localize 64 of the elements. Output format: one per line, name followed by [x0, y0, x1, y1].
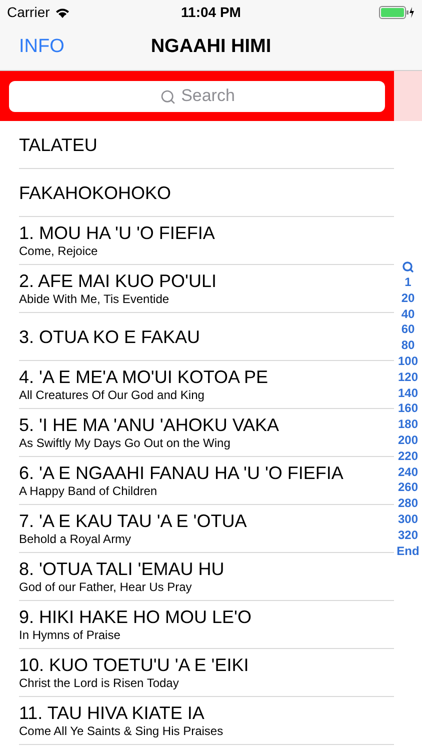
index-entry[interactable]: 320 [398, 528, 418, 544]
clock-time: 11:04 PM [181, 2, 241, 22]
index-entry[interactable]: 20 [401, 290, 415, 307]
hymn-subtitle: All Creatures Of Our God and King [19, 388, 206, 403]
hymn-row[interactable]: 6. 'A E NGAAHI FANAU HA 'U 'O FIEFIA A Happy Band of Children [19, 457, 394, 505]
hymn-subtitle: Christ the Lord is Risen Today [19, 676, 180, 691]
hymn-row[interactable]: 5. 'I HE MA 'ANU 'AHOKU VAKA As Swiftly My Days Go Out on the Wing [19, 409, 394, 457]
hymn-title: TALATEU [19, 134, 98, 156]
hymn-title: 2. AFE MAI KUO PO'ULI [19, 270, 218, 292]
index-entry[interactable]: 80 [401, 338, 415, 354]
index-search-icon[interactable] [402, 261, 414, 273]
wifi-icon [54, 6, 70, 18]
search-icon [160, 88, 176, 104]
hymn-subtitle: A Happy Band of Children [19, 484, 158, 499]
index-entry[interactable]: 1 [404, 275, 412, 291]
hymn-row[interactable]: 11. TAU HIVA KIATE IA Come All Ye Saints & Sing His Praises [19, 697, 394, 745]
search-bar-edge [394, 71, 422, 121]
index-entry[interactable]: 300 [398, 512, 418, 528]
hymn-title: 3. OTUA KO E FAKAU [19, 326, 202, 348]
hymn-row[interactable]: 8. 'OTUA TALI 'EMAU HU God of our Father, Hear Us Pray [19, 553, 394, 601]
hymn-subtitle: Behold a Royal Army [19, 532, 132, 547]
hymn-title: 1. MOU HA 'U 'O FIEFIA [19, 222, 216, 244]
index-entry[interactable]: 140 [398, 386, 418, 402]
index-entry[interactable]: 220 [398, 448, 418, 465]
hymn-title: 7. 'A E KAU TAU 'A E 'OTUA [19, 510, 248, 532]
index-entry[interactable]: 260 [398, 480, 418, 496]
hymn-title: 9. HIKI HAKE HO MOU LE'O [19, 606, 252, 628]
hymn-title: 10. KUO TOETU'U 'A E 'EIKI [19, 654, 250, 676]
index-entry[interactable]: 160 [398, 401, 418, 418]
index-entry[interactable]: 120 [398, 370, 418, 386]
hymn-subtitle: Come All Ye Saints & Sing His Praises [19, 724, 224, 739]
hymn-subtitle: God of our Father, Hear Us Pray [19, 580, 193, 595]
hymn-row[interactable]: 9. HIKI HAKE HO MOU LE'O In Hymns of Praise [19, 601, 394, 649]
index-entry[interactable]: End [396, 544, 420, 560]
hymn-row[interactable]: 3. OTUA KO E FAKAU [19, 313, 394, 361]
hymn-subtitle: In Hymns of Praise [19, 628, 122, 643]
index-entry[interactable]: 280 [398, 496, 418, 512]
hymn-title: 8. 'OTUA TALI 'EMAU HU [19, 558, 226, 580]
hymn-title: FAKAHOKOHOKO [19, 182, 172, 204]
hymn-title: 6. 'A E NGAAHI FANAU HA 'U 'O FIEFIA [19, 462, 344, 484]
index-entry[interactable]: 180 [398, 417, 418, 433]
hymn-subtitle: Abide With Me, Tis Eventide [19, 292, 170, 307]
index-entry[interactable]: 100 [398, 354, 418, 370]
hymn-subtitle: Come, Rejoice [19, 244, 99, 259]
index-entry[interactable]: 60 [401, 322, 415, 338]
hymn-row[interactable]: 10. KUO TOETU'U 'A E 'EIKI Christ the Lord is Risen Today [19, 649, 394, 697]
hymn-row[interactable]: 4. 'A E ME'A MO'UI KOTOA PE All Creatures Of Our God and King [19, 361, 394, 409]
search-field[interactable]: Search [9, 80, 385, 112]
index-entry[interactable]: 40 [401, 306, 415, 322]
carrier-label: Carrier [7, 2, 50, 22]
hymn-title: 4. 'A E ME'A MO'UI KOTOA PE [19, 366, 270, 388]
hymn-row[interactable]: FAKAHOKOHOKO [19, 169, 394, 217]
nav-title: NGAAHI HIMI [150, 34, 272, 59]
index-entry[interactable]: 200 [398, 432, 418, 449]
hymn-row[interactable]: TALATEU [19, 121, 394, 169]
hymn-title: 5. 'I HE MA 'ANU 'AHOKU VAKA [19, 414, 280, 436]
hymn-row[interactable]: 7. 'A E KAU TAU 'A E 'OTUA Behold a Royal Army [19, 505, 394, 553]
hymn-row[interactable]: 2. AFE MAI KUO PO'ULI Abide With Me, Tis Eventide [19, 265, 394, 313]
index-entry[interactable]: 240 [398, 464, 418, 480]
battery-icon [379, 6, 415, 18]
hymn-row[interactable]: 1. MOU HA 'U 'O FIEFIA Come, Rejoice [19, 217, 394, 265]
info-button[interactable]: INFO [19, 32, 64, 62]
hymn-subtitle: As Swiftly My Days Go Out on the Wing [19, 436, 232, 451]
hymn-title: 11. TAU HIVA KIATE IA [19, 702, 206, 724]
